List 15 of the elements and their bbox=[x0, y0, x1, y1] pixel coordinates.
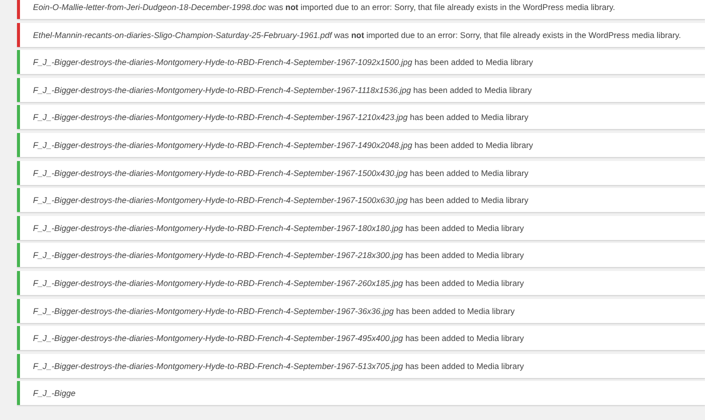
notice-message: F_J_-Bigger-destroys-the-diaries-Montgomery-Hyde-to-RBD-French-4-September-1967-1118x1536.jpg has been added to Media library bbox=[33, 84, 532, 95]
notice-message: F_J_-Bigger-destroys-the-diaries-Montgomery-Hyde-to-RBD-French-4-September-1967-180x180.jpg has been added to Media library bbox=[33, 222, 524, 233]
notice-message: F_J_-Bigger-destroys-the-diaries-Montgomery-Hyde-to-RBD-French-4-September-1967-260x185.jpg has been added to Media library bbox=[33, 278, 524, 288]
notice-message: Ethel-Mannin-recants-on-diaries-Sligo-Champion-Saturday-25-February-1961.pdf was not imported due to an error: Sorry, that file already exists in the WordPress media library. bbox=[33, 30, 681, 40]
notice-message: F_J_-Bigger-destroys-the-diaries-Montgomery-Hyde-to-RBD-French-4-September-1967-1210x423.jpg has been added to Media library bbox=[33, 112, 528, 122]
notice-message: F_J_-Bigger-destroys-the-diaries-Montgomery-Hyde-to-RBD-French-4-September-1967-36x36.jpg has been added to Media library bbox=[33, 306, 515, 316]
notice-message: F_J_-Bigger-destroys-the-diaries-Montgomery-Hyde-to-RBD-French-4-September-1967-495x400.jpg has been added to Media library bbox=[33, 333, 524, 344]
notice-message: F_J_-Bigger-destroys-the-diaries-Montgomery-Hyde-to-RBD-French-4-September-1967-1500x430.jpg has been added to Media library bbox=[33, 168, 528, 178]
notice-message: F_J_-Bigger-destroys-the-diaries-Montgomery-Hyde-to-RBD-French-4-September-1967-1500x630.jpg has been added to Media library bbox=[33, 195, 528, 206]
notice-message: F_J_-Bigge bbox=[33, 388, 76, 398]
notice-message: F_J_-Bigger-destroys-the-diaries-Montgomery-Hyde-to-RBD-French-4-September-1967-1092x1500.jpg has been added to Media library bbox=[33, 57, 534, 68]
notice-message: F_J_-Bigger-destroys-the-diaries-Montgomery-Hyde-to-RBD-French-4-September-1967-513x705.jpg has been added to Media library bbox=[33, 360, 524, 371]
notice-message: F_J_-Bigger-destroys-the-diaries-Montgomery-Hyde-to-RBD-French-4-September-1967-218x300.jpg has been added to Media library bbox=[33, 250, 524, 260]
notice-message: Eoin-O-Mallie-letter-from-Jeri-Dudgeon-18-December-1998.doc was not imported due to an error: Sorry, that file already exists in the WordPress media library. bbox=[33, 2, 616, 12]
notice-message: F_J_-Bigger-destroys-the-diaries-Montgomery-Hyde-to-RBD-French-4-September-1967-1490x2048.jpg has been added to Media library bbox=[33, 140, 534, 150]
